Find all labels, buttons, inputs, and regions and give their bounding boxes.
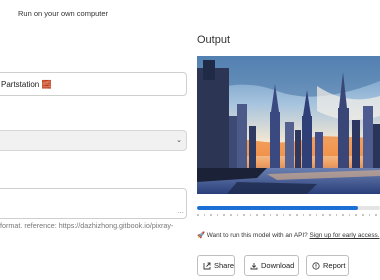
progress-tick <box>203 214 206 216</box>
progress-bar <box>197 206 380 210</box>
progress-tick <box>263 214 265 216</box>
progress-tick <box>243 214 245 216</box>
settings-dropdown[interactable]: ⌄ <box>0 130 187 151</box>
report-button[interactable]: Report <box>306 255 349 276</box>
share-icon <box>203 262 211 269</box>
download-label: Download <box>261 261 295 270</box>
api-note-text: 🚀 Want to run this model with an API? <box>197 232 308 239</box>
progress-tick <box>375 214 377 216</box>
progress-fill <box>197 206 359 210</box>
share-label: Share <box>213 261 234 270</box>
progress-tick <box>197 214 199 216</box>
progress-tick <box>355 214 357 216</box>
settings-textarea[interactable]: ⋯ <box>0 188 187 219</box>
progress-ticks <box>197 214 380 217</box>
progress-tick <box>230 214 232 216</box>
progress-tick <box>302 214 305 216</box>
progress-tick <box>236 214 239 216</box>
report-icon <box>312 261 320 270</box>
progress-tick <box>348 214 351 216</box>
output-image <box>197 56 380 194</box>
prompt-input[interactable]: Partstation 🧱 <box>0 72 187 96</box>
run-locally-banner[interactable]: Run on your own computer <box>18 9 108 18</box>
progress-tick <box>315 214 318 216</box>
progress-tick <box>269 214 272 216</box>
progress-tick <box>289 214 291 216</box>
progress-tick <box>276 214 278 216</box>
progress-tick <box>322 214 324 216</box>
progress-tick <box>256 214 258 216</box>
resize-handle-icon[interactable]: ⋯ <box>177 210 184 217</box>
format-hint: format. reference: https://dazhizhong.gi… <box>0 221 174 230</box>
progress-tick <box>335 214 338 216</box>
progress-tick <box>249 214 252 216</box>
progress-tick <box>362 214 364 216</box>
share-button[interactable]: Share <box>197 255 235 276</box>
api-note: 🚀 Want to run this model with an API? Si… <box>197 231 380 239</box>
progress-tick <box>223 214 225 216</box>
progress-tick <box>342 214 344 216</box>
input-panel: Partstation 🧱 ⌄ ⋯ format. reference: htt… <box>0 30 190 280</box>
download-icon <box>250 262 258 269</box>
early-access-link[interactable]: Sign up for early access. <box>310 232 380 239</box>
progress-tick <box>216 214 219 216</box>
download-button[interactable]: Download <box>244 255 299 276</box>
report-label: Report <box>323 261 346 270</box>
progress-tick <box>329 214 331 216</box>
chevron-down-icon: ⌄ <box>176 137 182 144</box>
output-label: Output <box>197 34 231 46</box>
progress-tick <box>309 214 311 216</box>
progress-tick <box>210 214 212 216</box>
progress-tick <box>282 214 285 216</box>
progress-tick <box>368 214 371 216</box>
progress-tick <box>296 214 298 216</box>
